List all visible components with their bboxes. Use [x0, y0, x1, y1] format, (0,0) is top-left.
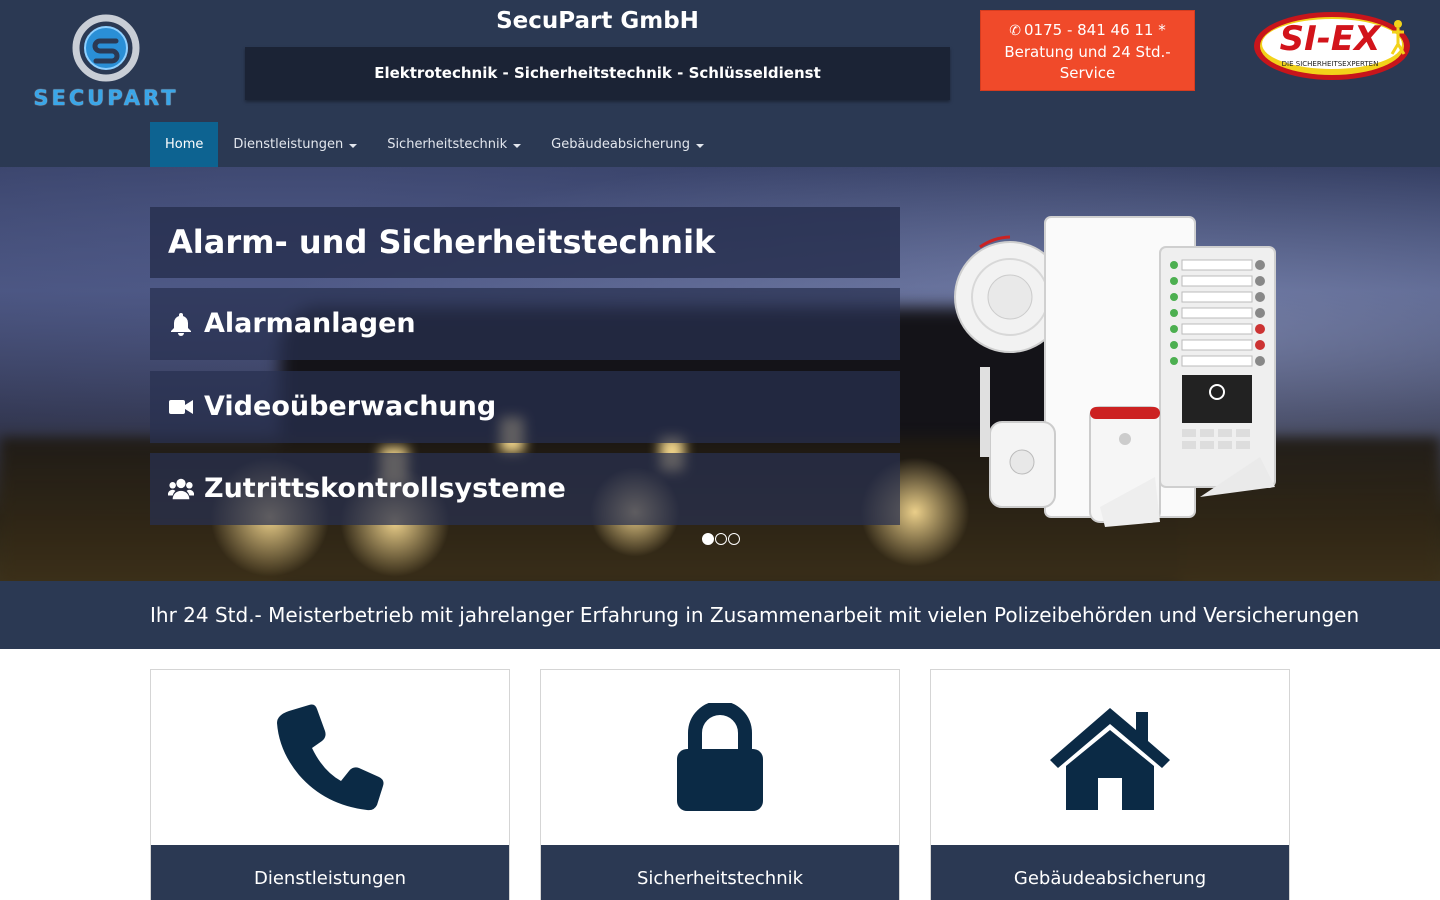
caret-down-icon: [349, 143, 358, 148]
slide-link-videoueberwachung[interactable]: Videoüberwachung: [150, 371, 900, 443]
cta-line3: Service: [1059, 64, 1116, 82]
slider-dot-3[interactable]: [728, 533, 740, 545]
slide-link-label: Alarmanlagen: [204, 308, 416, 339]
main-nav: Home Dienstleistungen Sicherheitstechnik…: [150, 122, 719, 167]
cta-line2: Beratung und 24 Std.-: [1004, 43, 1171, 61]
nav-item-sicherheitstechnik[interactable]: Sicherheitstechnik: [372, 122, 536, 167]
nav-item-home[interactable]: Home: [150, 122, 219, 167]
card-icon-wrap: [541, 670, 899, 845]
card-icon-wrap: [151, 670, 509, 845]
svg-text:SI-EX: SI-EX: [1280, 19, 1382, 59]
hero-slider[interactable]: Alarm- und Sicherheitstechnik Alarmanlag…: [0, 167, 1440, 581]
company-name: SecuPart GmbH: [496, 8, 699, 34]
site-header: SECUPART SecuPart GmbH Elektrotechnik - …: [0, 0, 1440, 167]
home-icon: [1050, 707, 1170, 810]
alarm-devices-image: [954, 216, 1276, 527]
info-banner: Ihr 24 Std.- Meisterbetrieb mit jahrelan…: [0, 581, 1440, 649]
caret-down-icon: [513, 143, 522, 148]
users-icon: [168, 478, 194, 500]
slide-title: Alarm- und Sicherheitstechnik: [150, 207, 900, 278]
bell-icon: [171, 313, 191, 336]
caret-down-icon: [695, 143, 704, 148]
secupart-logo[interactable]: SECUPART: [24, 14, 188, 110]
contact-cta-button[interactable]: ✆ 0175 - 841 46 11 * Beratung und 24 Std.…: [980, 10, 1195, 91]
slider-dot-2[interactable]: [715, 533, 727, 545]
card-label: Gebäudeabsicherung: [931, 845, 1289, 900]
siex-partner-logo[interactable]: SI-EX DIE SICHERHEITSEXPERTEN: [1252, 10, 1412, 82]
video-camera-icon: [169, 400, 193, 414]
card-dienstleistungen[interactable]: Dienstleistungen: [150, 669, 510, 900]
slide-link-label: Zutrittskontrollsysteme: [204, 473, 566, 504]
tagline: Elektrotechnik - Sicherheitstechnik - Sc…: [245, 47, 950, 100]
card-label: Sicherheitstechnik: [541, 845, 899, 900]
svg-text:DIE SICHERHEITSEXPERTEN: DIE SICHERHEITSEXPERTEN: [1282, 60, 1379, 68]
nav-item-gebaeudeabsicherung[interactable]: Gebäudeabsicherung: [536, 122, 719, 167]
lock-icon: [677, 702, 763, 811]
slider-dots: [702, 533, 740, 545]
phone-icon: [277, 704, 384, 810]
card-sicherheitstechnik[interactable]: Sicherheitstechnik: [540, 669, 900, 900]
card-label: Dienstleistungen: [151, 845, 509, 900]
slide-link-label: Videoüberwachung: [204, 391, 497, 422]
slide-link-zutrittskontrollsysteme[interactable]: Zutrittskontrollsysteme: [150, 453, 900, 525]
slide-link-alarmanlagen[interactable]: Alarmanlagen: [150, 288, 900, 360]
card-gebaeudeabsicherung[interactable]: Gebäudeabsicherung: [930, 669, 1290, 900]
cta-phone: 0175 - 841 46 11 *: [1024, 21, 1166, 39]
card-icon-wrap: [931, 670, 1289, 845]
slider-dot-1[interactable]: [702, 533, 714, 545]
nav-item-dienstleistungen[interactable]: Dienstleistungen: [218, 122, 372, 167]
phone-small-icon: ✆: [1009, 23, 1021, 39]
logo-text: SECUPART: [33, 86, 179, 110]
secupart-logo-icon: [72, 14, 140, 82]
